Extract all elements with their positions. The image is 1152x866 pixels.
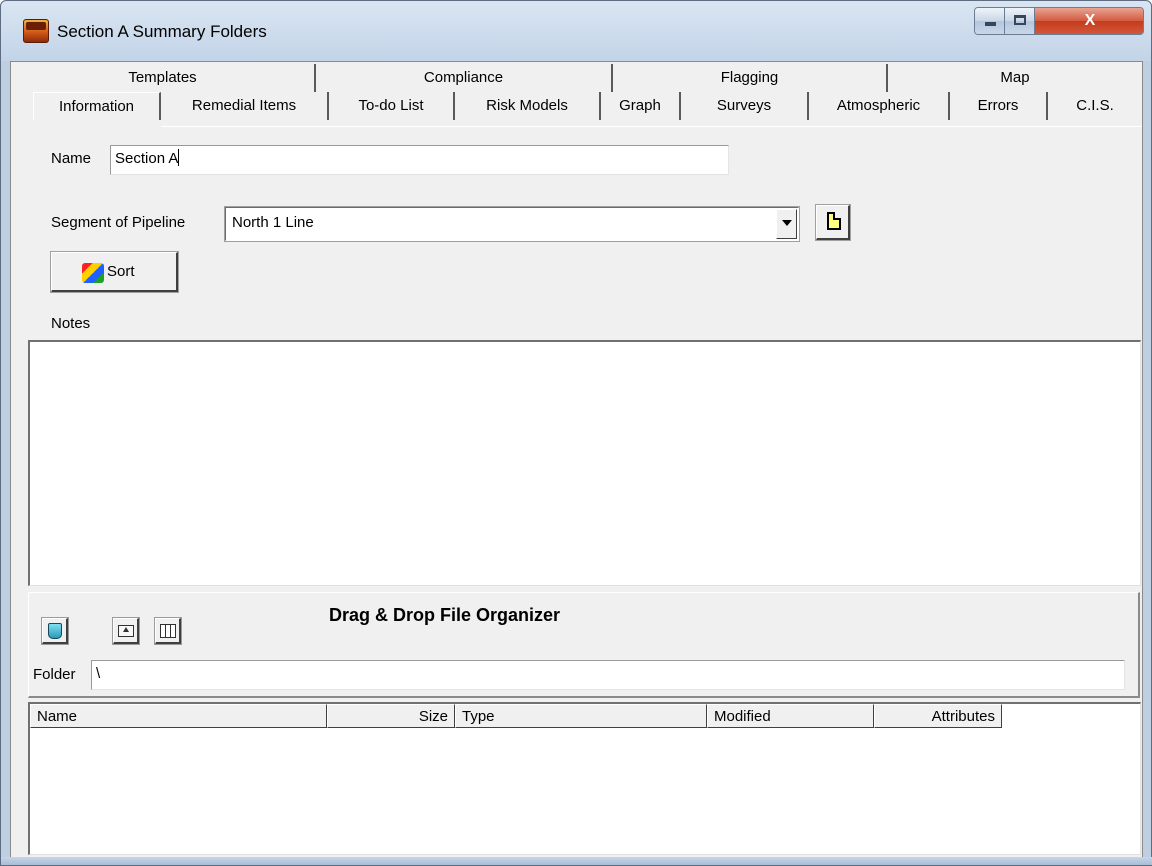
- sort-button[interactable]: Sort: [50, 251, 179, 293]
- up-folder-icon: [118, 625, 134, 637]
- notes-label: Notes: [51, 315, 91, 332]
- recycle-bin-icon: [48, 623, 62, 639]
- tab-label: Remedial Items: [191, 97, 297, 114]
- tab-label: To-do List: [358, 97, 424, 114]
- column-header-size[interactable]: Size: [327, 704, 455, 728]
- minimize-button[interactable]: [975, 8, 1005, 34]
- tab-label: Flagging: [720, 69, 779, 86]
- tab-errors[interactable]: Errors: [950, 92, 1048, 120]
- tab-row-front: Information Remedial Items To-do List Ri…: [11, 92, 1144, 120]
- tab-risk-models[interactable]: Risk Models: [455, 92, 601, 120]
- maximize-button[interactable]: [1005, 8, 1035, 34]
- segment-value: North 1 Line: [232, 214, 314, 231]
- caption-buttons: X: [974, 7, 1144, 35]
- tab-remedial-items[interactable]: Remedial Items: [161, 92, 329, 120]
- tab-label: Map: [1000, 69, 1030, 86]
- column-header-name[interactable]: Name: [30, 704, 327, 728]
- app-icon: [23, 19, 49, 43]
- column-header-attributes[interactable]: Attributes: [874, 704, 1002, 728]
- folder-path-field[interactable]: \: [91, 660, 1125, 690]
- tab-label: Compliance: [423, 69, 504, 86]
- folder-path-value: \: [96, 665, 101, 682]
- tab-label: Graph: [619, 97, 661, 114]
- organizer-title: Drag & Drop File Organizer: [329, 605, 561, 625]
- tab-row-back: Templates Compliance Flagging Map: [11, 64, 1144, 92]
- tab-compliance[interactable]: Compliance: [316, 64, 613, 92]
- details-view-button[interactable]: [154, 617, 182, 645]
- column-header-modified[interactable]: Modified: [707, 704, 874, 728]
- file-organizer-panel: Drag & Drop File Organizer Folder \: [28, 592, 1140, 698]
- minimize-icon: [985, 22, 996, 26]
- tab-graph[interactable]: Graph: [601, 92, 681, 120]
- title-bar[interactable]: Section A Summary Folders X: [1, 1, 1151, 61]
- recycle-bin-button[interactable]: [41, 617, 69, 645]
- tab-label: C.I.S.: [1076, 97, 1114, 114]
- tab-to-do-list[interactable]: To-do List: [329, 92, 455, 120]
- dropdown-arrow-icon[interactable]: [776, 209, 797, 239]
- close-icon: X: [1084, 12, 1096, 29]
- file-list[interactable]: Name Size Type Modified Attributes: [28, 702, 1141, 855]
- maximize-icon: [1014, 15, 1026, 25]
- sort-label: Sort: [107, 263, 135, 280]
- tab-flagging[interactable]: Flagging: [613, 64, 888, 92]
- window-title: Section A Summary Folders: [57, 22, 267, 41]
- client-area: Templates Compliance Flagging Map Inform…: [10, 61, 1143, 858]
- folder-label: Folder: [33, 666, 76, 683]
- column-header-type[interactable]: Type: [455, 704, 707, 728]
- new-document-icon: [827, 212, 841, 230]
- tab-information[interactable]: Information: [33, 92, 161, 120]
- name-label: Name: [51, 150, 92, 167]
- tab-divider: [161, 126, 1142, 127]
- tab-label: Errors: [977, 97, 1019, 114]
- details-view-icon: [160, 624, 176, 638]
- close-button[interactable]: X: [1035, 8, 1143, 34]
- tab-map[interactable]: Map: [888, 64, 1142, 92]
- tab-label: Atmospheric: [836, 97, 921, 114]
- sort-icon: [82, 263, 104, 283]
- notes-textarea[interactable]: [28, 340, 1141, 586]
- window-bottom-border[interactable]: [1, 857, 1152, 865]
- tab-cis[interactable]: C.I.S.: [1048, 92, 1142, 120]
- segment-label: Segment of Pipeline: [51, 214, 186, 231]
- tab-label: Surveys: [716, 97, 772, 114]
- name-field[interactable]: Section A: [110, 145, 729, 175]
- segment-select[interactable]: North 1 Line: [224, 206, 800, 242]
- tab-templates[interactable]: Templates: [11, 64, 316, 92]
- tab-label: Risk Models: [486, 97, 568, 114]
- name-value: Section A: [115, 150, 179, 167]
- app-window: Section A Summary Folders X Templates Co…: [0, 0, 1152, 866]
- tab-surveys[interactable]: Surveys: [681, 92, 809, 120]
- tab-label: Templates: [128, 69, 197, 86]
- tab-label: Information: [58, 98, 135, 115]
- new-segment-button[interactable]: [815, 204, 851, 241]
- text-caret: [178, 149, 180, 166]
- tab-atmospheric[interactable]: Atmospheric: [809, 92, 950, 120]
- up-folder-button[interactable]: [112, 617, 140, 645]
